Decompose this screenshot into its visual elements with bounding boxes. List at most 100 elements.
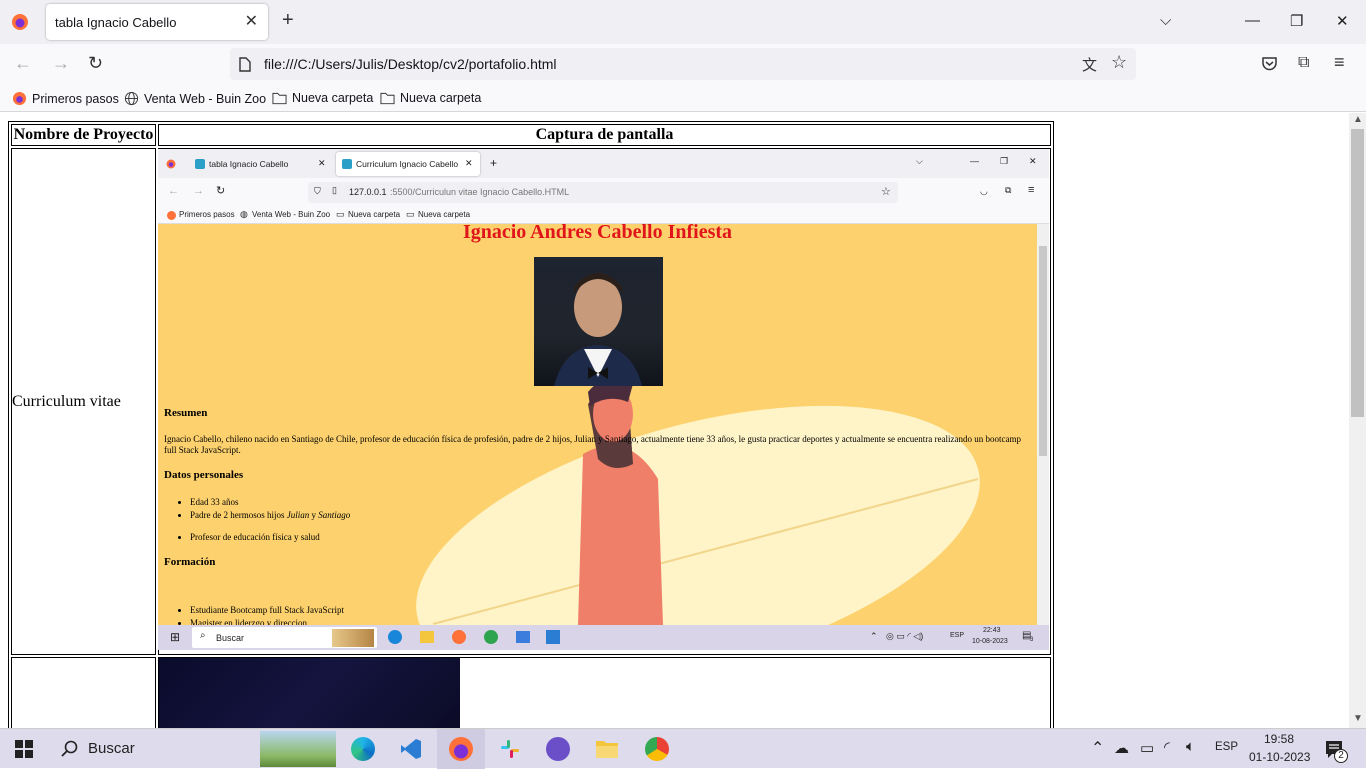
- formacion-heading: Formación: [164, 556, 216, 568]
- project-name-cell: Curriculum vitae: [11, 148, 156, 655]
- shot-taskbar: ⊞ ⌕ Buscar ⌃ ◎ ▭ ◜ ◁) ESP 22:43 10-08-20…: [158, 625, 1049, 650]
- notification-count: 2: [1334, 749, 1348, 763]
- profile-photo: [534, 257, 663, 386]
- chrome-icon[interactable]: [645, 737, 669, 761]
- chevron-down-icon[interactable]: ⌵: [1160, 12, 1171, 29]
- shot-time: 22:43: [983, 627, 1001, 634]
- clock-date[interactable]: 01-10-2023: [1249, 750, 1310, 764]
- shot-bookmark: Nueva carpeta: [418, 210, 471, 219]
- restore-icon: ❐: [1000, 156, 1009, 166]
- windows-start-icon[interactable]: [15, 740, 33, 758]
- taskbar-firefox-active[interactable]: [437, 729, 485, 769]
- slack-icon[interactable]: [498, 737, 522, 761]
- shot-nav-bar: ← → ↻ ⛉ ▯ 127.0.0.1 :5500/Curriculun vit…: [158, 178, 1049, 207]
- bookmark-venta-web[interactable]: Venta Web - Buin Zoo: [124, 91, 266, 106]
- shot-tab-1-title: tabla Ignacio Cabello: [209, 159, 289, 169]
- url-text: file:///C:/Users/Julis/Desktop/cv2/porta…: [264, 56, 557, 72]
- son-name: Santiago: [318, 509, 351, 520]
- resumen-heading: Resumen: [164, 407, 208, 419]
- extensions-icon[interactable]: ⧉: [1298, 54, 1309, 72]
- restore-icon[interactable]: ❐: [1290, 12, 1303, 30]
- close-icon: ✕: [465, 158, 473, 168]
- tray-icons: ◎ ▭ ◜ ◁): [886, 631, 924, 641]
- tab-bar: tabla Ignacio Cabello ✕ + ⌵ — ❐ ✕: [0, 0, 1366, 44]
- folder-icon: [380, 92, 395, 104]
- bookmark-label: Venta Web - Buin Zoo: [144, 91, 267, 106]
- language-indicator[interactable]: ESP: [1215, 741, 1238, 753]
- shot-bookmark: Venta Web - Buin Zoo: [252, 210, 331, 219]
- scroll-thumb[interactable]: [1351, 129, 1364, 417]
- firefox-icon: [449, 737, 473, 761]
- translate-icon[interactable]: 文: [1082, 54, 1097, 75]
- window-close-icon[interactable]: ✕: [1336, 12, 1349, 30]
- shot-tab-1: tabla Ignacio Cabello ✕: [188, 153, 332, 175]
- search-label: Buscar: [88, 740, 135, 757]
- edge-icon[interactable]: [351, 737, 375, 761]
- photos-icon: [516, 631, 530, 643]
- firefox-icon: [12, 91, 27, 106]
- forward-icon[interactable]: →: [52, 53, 70, 74]
- datos-item: Edad 33 años: [190, 496, 350, 509]
- shield-icon: ⛉: [314, 186, 321, 196]
- star-icon[interactable]: ☆: [1111, 52, 1127, 73]
- cv-screenshot-image: tabla Ignacio Cabello ✕ Curriculum Ignac…: [158, 149, 1049, 650]
- son-name: Julian: [286, 509, 310, 520]
- tab-active[interactable]: tabla Ignacio Cabello ✕: [46, 4, 268, 40]
- pocket-icon: ◡: [980, 186, 988, 196]
- bookmark-primeros-pasos[interactable]: Primeros pasos: [12, 91, 119, 106]
- firefox-icon[interactable]: [8, 10, 32, 34]
- datos-item: Padre de 2 hermosos hijos Julian y Santi…: [190, 509, 350, 522]
- reload-icon: ↻: [216, 185, 226, 197]
- page-icon: [342, 159, 352, 169]
- scroll-up-icon[interactable]: ▲: [1353, 114, 1363, 125]
- tray-up-icon: ⌃: [870, 631, 878, 641]
- chevron-down-icon: ⌵: [916, 156, 923, 166]
- url-bar[interactable]: file:///C:/Users/Julis/Desktop/cv2/porta…: [230, 48, 1136, 80]
- reload-icon[interactable]: ↻: [88, 53, 103, 74]
- file-explorer-icon[interactable]: [595, 739, 619, 759]
- bookmark-folder-1[interactable]: Nueva carpeta: [272, 91, 373, 105]
- globe-icon: [124, 91, 139, 106]
- battery-icon[interactable]: ▭: [1140, 739, 1154, 757]
- shot-search-label: Buscar: [216, 633, 245, 643]
- page-scrollbar[interactable]: ▲ ▼: [1349, 113, 1366, 728]
- new-tab-icon[interactable]: +: [282, 9, 294, 32]
- shot-tab-2: Curriculum Ignacio Cabello ✕: [336, 152, 480, 176]
- pocket-icon[interactable]: [1261, 56, 1278, 72]
- explorer-icon: [420, 631, 434, 643]
- folder-icon: ▭: [336, 209, 345, 219]
- tv-app-icon[interactable]: [546, 737, 570, 761]
- datos-item-text: y: [309, 509, 319, 520]
- star-icon: ☆: [881, 186, 891, 198]
- close-icon[interactable]: ✕: [245, 11, 258, 31]
- tray-up-icon[interactable]: ⌃: [1091, 738, 1104, 758]
- firefox-icon: [452, 630, 466, 644]
- globe-icon: ◍: [240, 209, 248, 219]
- shot-bookmark: Nueva carpeta: [348, 210, 401, 219]
- new-tab-icon: +: [490, 156, 498, 170]
- bookmark-folder-2[interactable]: Nueva carpeta: [380, 91, 481, 105]
- search-icon: [61, 740, 78, 757]
- shot-bookmark: Primeros pasos: [179, 210, 235, 219]
- shot-search-box: ⌕ Buscar: [192, 627, 377, 648]
- bookmark-label: Primeros pasos: [32, 91, 119, 106]
- formacion-item: Magister en liderzgo y direccion: [190, 617, 344, 626]
- minimize-icon[interactable]: —: [1245, 12, 1260, 29]
- taskbar-search[interactable]: Buscar: [48, 729, 336, 769]
- windows-taskbar: Buscar ⌃ ☁ ▭ ◜ 🔈︎ ESP 19:58 01-10-2023 2: [0, 728, 1366, 769]
- shot-tab-bar: tabla Ignacio Cabello ✕ Curriculum Ignac…: [158, 149, 1049, 178]
- scroll-down-icon[interactable]: ▼: [1353, 713, 1363, 724]
- edge-icon: [388, 630, 402, 644]
- search-highlight-image: [260, 731, 336, 767]
- vscode-icon[interactable]: [399, 737, 423, 761]
- volume-icon[interactable]: 🔈︎: [1186, 738, 1195, 755]
- header-screenshot: Captura de pantalla: [158, 124, 1051, 146]
- clock-time[interactable]: 19:58: [1264, 732, 1294, 746]
- onedrive-icon[interactable]: ☁: [1114, 739, 1129, 757]
- datos-heading: Datos personales: [164, 469, 244, 481]
- back-icon[interactable]: ←: [14, 53, 32, 74]
- formacion-list: Estudiante Bootcamp full Stack JavaScrip…: [190, 604, 344, 625]
- menu-icon[interactable]: ≡: [1334, 52, 1345, 73]
- formacion-item: Estudiante Bootcamp full Stack JavaScrip…: [190, 604, 344, 617]
- wifi-icon[interactable]: ◜: [1164, 738, 1170, 756]
